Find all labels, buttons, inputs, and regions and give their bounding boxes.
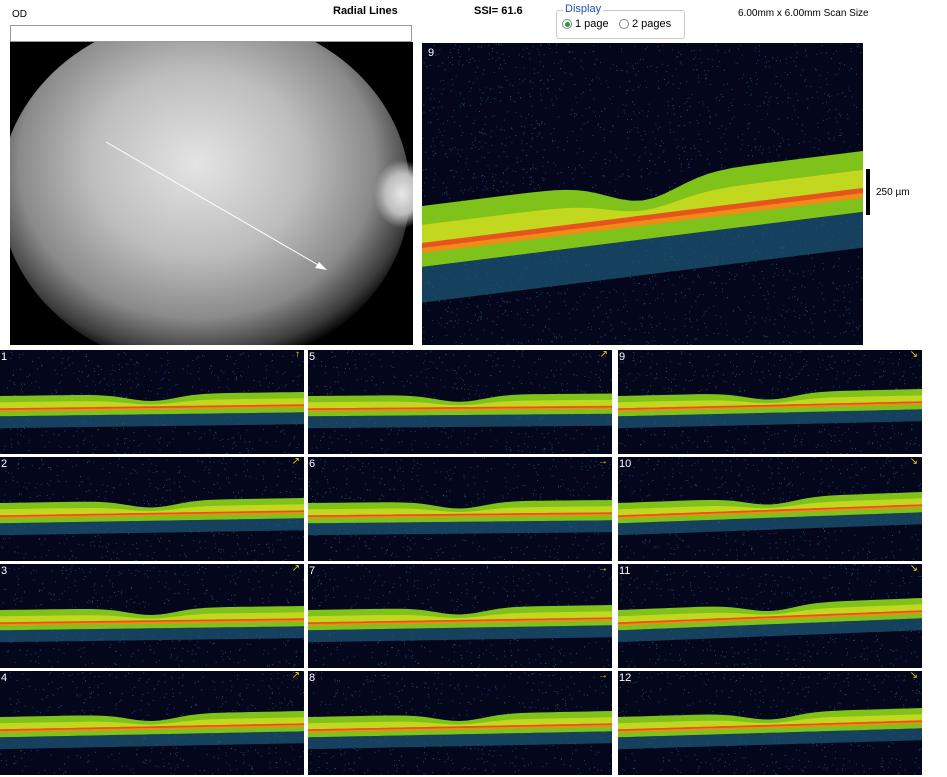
thumbnail-number: 9 [619,351,626,363]
thumbnail-number: 4 [1,672,8,684]
fundus-image [10,42,413,345]
direction-arrow-icon: ↑ [295,350,300,360]
thumbnail-number: 8 [309,672,316,684]
direction-arrow-icon: → [598,564,608,574]
direction-arrow-icon: → [598,457,608,467]
fundus-toolbar [10,25,412,42]
display-1-page-label: 1 page [575,18,609,30]
scan-thumbnail[interactable]: 3 ↗ [0,564,304,668]
main-scan-number: 9 [428,47,435,59]
display-2-pages-label: 2 pages [632,18,672,30]
radio-selected-icon[interactable] [562,19,572,29]
thumbnail-number: 6 [309,458,316,470]
scan-thumbnail[interactable]: 1 ↑ [0,350,304,454]
scan-thumbnail[interactable]: 7 → [308,564,612,668]
thumbnail-number: 2 [1,458,8,470]
display-legend: Display [563,3,604,15]
direction-arrow-icon: ↘ [909,564,918,574]
scale-label: 250 µm [876,187,910,198]
display-group: Display 1 page 2 pages [556,3,685,39]
direction-arrow-icon: ↘ [909,350,918,360]
thumbnail-number: 11 [619,565,631,577]
scan-thumbnail[interactable]: 5 ↗ [308,350,612,454]
direction-arrow-icon: ↘ [909,457,918,467]
scan-thumbnail[interactable]: 11 ↘ [618,564,922,668]
display-1-page-radio[interactable]: 1 page [562,18,609,30]
scale-bar [866,169,870,215]
direction-arrow-icon: ↘ [909,671,918,681]
radio-unselected-icon[interactable] [619,19,629,29]
thumbnail-number: 7 [309,565,316,577]
direction-arrow-icon: ↗ [291,457,300,467]
thumbnail-number: 12 [619,672,632,684]
eye-label: OD [12,9,27,20]
direction-arrow-icon: ↗ [291,671,300,681]
scan-thumbnail[interactable]: 8 → [308,671,612,775]
thumbnail-number: 10 [619,458,632,470]
ssi-value: SSI= 61.6 [474,5,523,17]
direction-arrow-icon: ↗ [599,350,608,360]
protocol-title: Radial Lines [333,5,398,17]
scan-thumbnail[interactable]: 12 ↘ [618,671,922,775]
main-bscan-image: 9 [422,43,863,345]
scan-thumbnail[interactable]: 4 ↗ [0,671,304,775]
direction-arrow-icon: ↗ [291,564,300,574]
scan-thumbnail[interactable]: 6 → [308,457,612,561]
scan-size-label: 6.00mm x 6.00mm Scan Size [738,8,869,19]
thumbnail-number: 1 [1,351,8,363]
thumbnail-number: 3 [1,565,8,577]
direction-arrow-icon: → [598,671,608,681]
display-2-pages-radio[interactable]: 2 pages [619,18,671,30]
scan-thumbnail[interactable]: 10 ↘ [618,457,922,561]
scan-thumbnail[interactable]: 9 ↘ [618,350,922,454]
scan-thumbnail[interactable]: 2 ↗ [0,457,304,561]
thumbnail-number: 5 [309,351,316,363]
